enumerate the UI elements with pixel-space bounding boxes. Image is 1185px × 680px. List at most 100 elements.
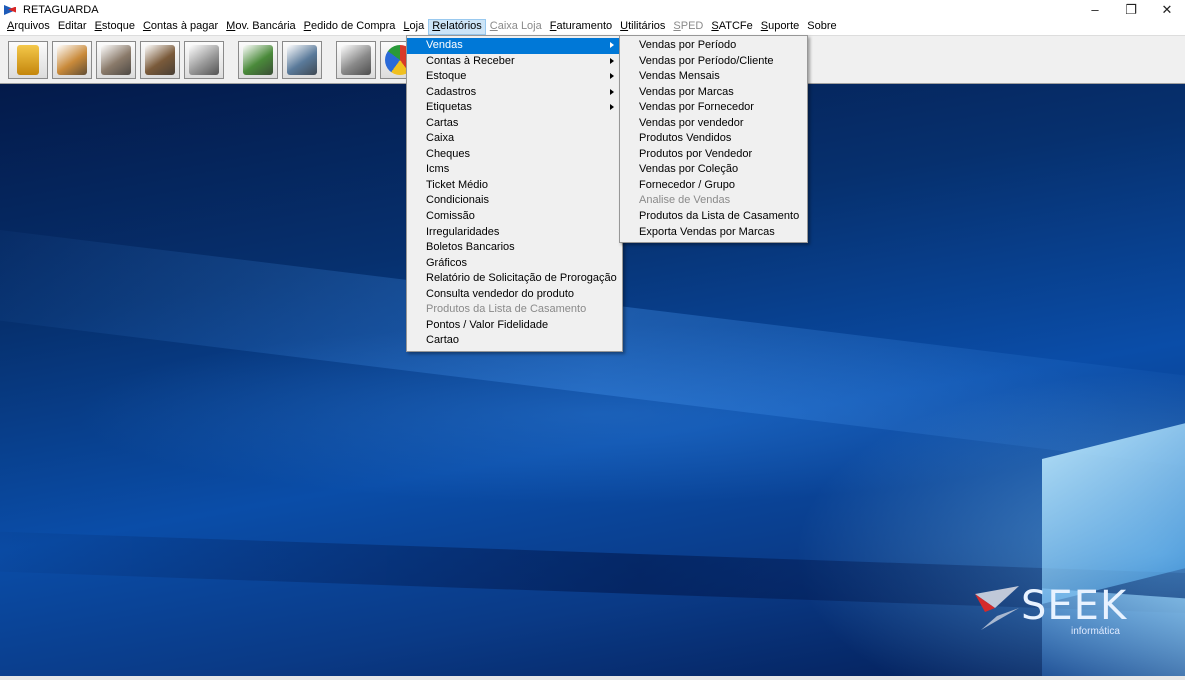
printer-button[interactable] <box>184 40 224 79</box>
vendas-item-label: Produtos Vendidos <box>639 132 732 145</box>
menu-estoque[interactable]: Estoque <box>91 19 139 35</box>
restore-button[interactable]: ❐ <box>1113 0 1149 19</box>
vendas-item[interactable]: Vendas por Período <box>620 38 807 54</box>
menu-label-rest: ontas à pagar <box>150 20 219 32</box>
relatorios-item[interactable]: Boletos Bancarios <box>407 240 622 256</box>
menu-pedido-de-compra[interactable]: Pedido de Compra <box>300 19 400 35</box>
relatorios-item[interactable]: Ticket Médio <box>407 178 622 194</box>
status-bar <box>0 676 1185 680</box>
relatorios-item[interactable]: Cartas <box>407 116 622 132</box>
vendas-item-label: Vendas por Fornecedor <box>639 101 754 114</box>
box-button[interactable] <box>52 40 92 79</box>
vendas-item[interactable]: Vendas Mensais <box>620 69 807 85</box>
menu-label-rest: ATCFe <box>718 20 753 32</box>
cash-register-button[interactable] <box>336 40 376 79</box>
relatorios-item-label: Relatório de Solicitação de Prorogação <box>426 272 617 285</box>
vendas-item[interactable]: Exporta Vendas por Marcas <box>620 225 807 241</box>
app-icon <box>4 3 18 16</box>
relatorios-item[interactable]: Cartao <box>407 333 622 349</box>
vendas-item-label: Vendas por Coleção <box>639 163 739 176</box>
menu-suporte[interactable]: Suporte <box>757 19 804 35</box>
relatorios-dropdown: Vendas Contas à Receber Estoque Cadastros Et… <box>406 35 623 352</box>
menu-editar[interactable]: Editar <box>54 19 91 35</box>
cash-register-icon <box>341 44 371 75</box>
relatorios-item-label: Gráficos <box>426 256 467 269</box>
menu-mov-bancária[interactable]: Mov. Bancária <box>222 19 300 35</box>
people-icon <box>243 44 273 75</box>
window-title: RETAGUARDA <box>23 3 99 16</box>
relatorios-item[interactable]: Estoque <box>407 69 622 85</box>
minimize-button[interactable]: – <box>1077 0 1113 19</box>
vendas-item-label: Fornecedor / Grupo <box>639 178 735 191</box>
relatorios-item[interactable]: Icms <box>407 162 622 178</box>
relatorios-item[interactable]: Relatório de Solicitação de Prorogação <box>407 271 622 287</box>
relatorios-item[interactable]: Produtos da Lista de Casamento <box>407 302 622 318</box>
menu-satcfe[interactable]: SATCFe <box>707 19 756 35</box>
menu-sobre[interactable]: Sobre <box>803 19 840 35</box>
vendas-item[interactable]: Produtos por Vendedor <box>620 147 807 163</box>
menu-caixa-loja[interactable]: Caixa Loja <box>486 19 546 35</box>
relatorios-item-label: Consulta vendedor do produto <box>426 287 574 300</box>
padlock-icon <box>17 44 39 75</box>
vendas-item-label: Produtos da Lista de Casamento <box>639 210 800 223</box>
scale-box-button[interactable] <box>96 40 136 79</box>
menu-faturamento[interactable]: Faturamento <box>546 19 616 35</box>
menu-loja[interactable]: Loja <box>399 19 428 35</box>
relatorios-item[interactable]: Gráficos <box>407 256 622 272</box>
menu-label: Editar <box>57 20 87 32</box>
close-button[interactable]: ✕ <box>1149 0 1185 19</box>
vendas-item-label: Vendas por Período/Cliente <box>639 54 774 67</box>
vendas-item[interactable]: Vendas por Fornecedor <box>620 100 807 116</box>
vendas-item[interactable]: Produtos da Lista de Casamento <box>620 209 807 225</box>
people-scan-icon <box>287 44 317 75</box>
relatorios-item[interactable]: Cheques <box>407 147 622 163</box>
relatorios-item[interactable]: Condicionais <box>407 193 622 209</box>
delivery-button[interactable] <box>140 40 180 79</box>
padlock-button[interactable] <box>8 40 48 79</box>
vendas-item[interactable]: Vendas por vendedor <box>620 116 807 132</box>
vendas-item-label: Analise de Vendas <box>639 194 731 207</box>
relatorios-item[interactable]: Contas à Receber <box>407 54 622 70</box>
relatorios-item[interactable]: Cadastros <box>407 85 622 101</box>
relatorios-item-label: Boletos Bancarios <box>426 241 515 254</box>
submenu-arrow-icon <box>610 42 614 48</box>
relatorios-item[interactable]: Etiquetas <box>407 100 622 116</box>
vendas-item[interactable]: Produtos Vendidos <box>620 131 807 147</box>
relatorios-item-label: Cheques <box>426 147 471 160</box>
menu-label-rest: stoque <box>101 20 135 32</box>
menu-contas-à-pagar[interactable]: Contas à pagar <box>139 19 222 35</box>
submenu-arrow-icon <box>610 73 614 80</box>
menu-sped[interactable]: SPED <box>669 19 707 35</box>
relatorios-item[interactable]: Caixa <box>407 131 622 147</box>
menu-arquivos[interactable]: Arquivos <box>3 19 54 35</box>
vendas-item[interactable]: Vendas por Coleção <box>620 162 807 178</box>
vendas-item-label: Vendas Mensais <box>639 70 720 83</box>
vendas-item-label: Vendas por Período <box>639 39 737 51</box>
relatorios-item[interactable]: Irregularidades <box>407 225 622 241</box>
vendas-item[interactable]: Analise de Vendas <box>620 193 807 209</box>
relatorios-item[interactable]: Vendas <box>407 38 622 54</box>
menu-mnemonic: S <box>760 20 769 32</box>
logo-subtext: informática <box>1071 626 1120 637</box>
vendas-item[interactable]: Vendas por Período/Cliente <box>620 54 807 70</box>
menu-relatórios[interactable]: Relatórios <box>428 19 486 35</box>
menu-mnemonic: S <box>673 20 681 32</box>
relatorios-item-label: Cartao <box>426 334 460 347</box>
menu-label-rest: aturamento <box>556 20 613 32</box>
relatorios-item-label: Estoque <box>426 70 467 83</box>
vendas-item[interactable]: Fornecedor / Grupo <box>620 178 807 194</box>
menu-bar: Arquivos Editar Estoque Contas à pagar Mov. … <box>0 19 1185 35</box>
relatorios-item[interactable]: Consulta vendedor do produto <box>407 287 622 303</box>
relatorios-item-label: Contas à Receber <box>426 54 515 67</box>
people-scan-button[interactable] <box>282 40 322 79</box>
vendas-item[interactable]: Vendas por Marcas <box>620 85 807 101</box>
box-icon <box>57 44 87 75</box>
relatorios-item[interactable]: Pontos / Valor Fidelidade <box>407 318 622 334</box>
menu-mnemonic: E <box>94 20 102 32</box>
people-button[interactable] <box>238 40 278 79</box>
vendas-submenu: Vendas por Período Vendas por Período/Cli… <box>619 35 808 244</box>
logo-text: SEEK <box>1021 583 1128 629</box>
submenu-arrow-icon <box>610 104 614 111</box>
menu-utilitários[interactable]: Utilitários <box>616 19 669 35</box>
relatorios-item[interactable]: Comissão <box>407 209 622 225</box>
